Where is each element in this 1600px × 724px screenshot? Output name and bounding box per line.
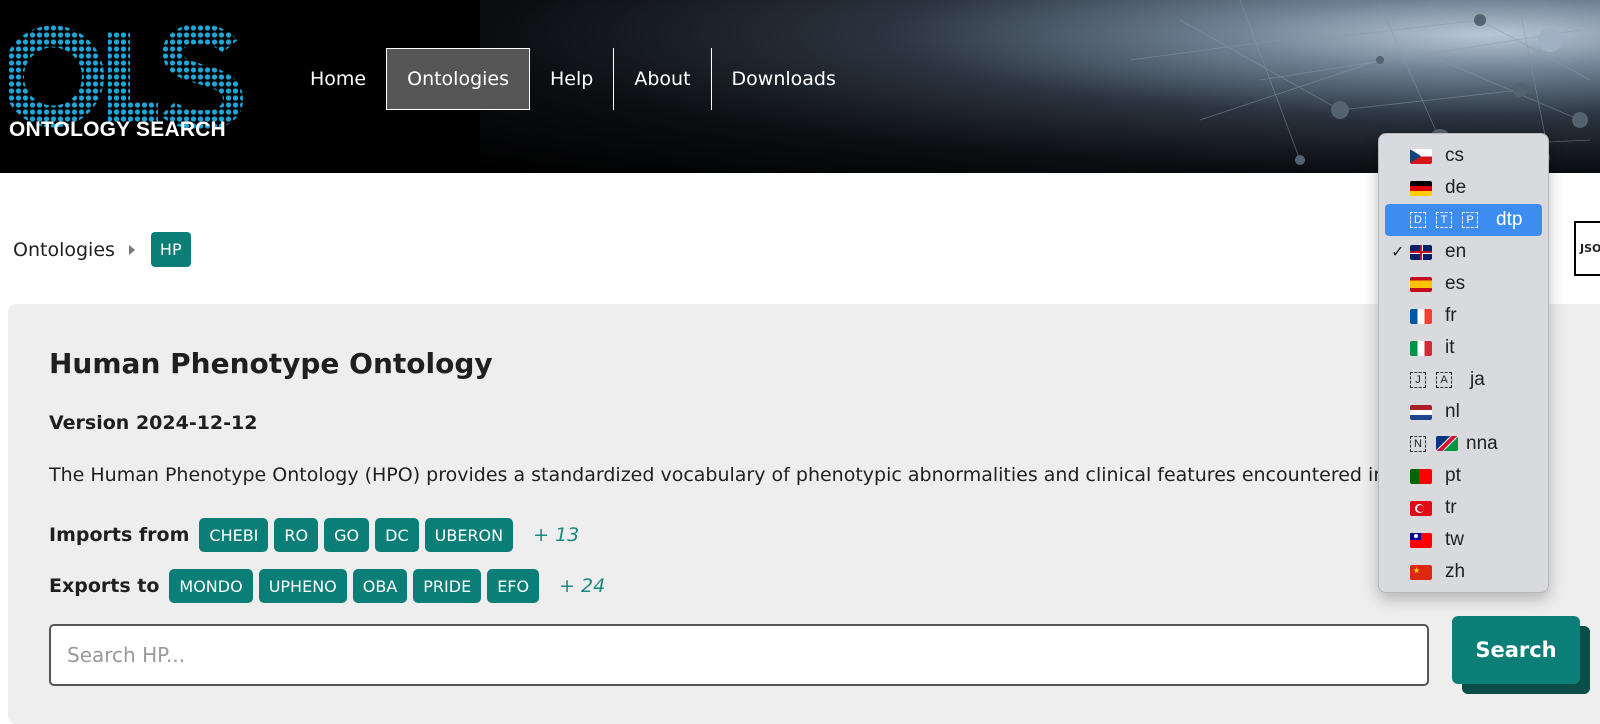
ontology-search-input[interactable]	[49, 624, 1429, 686]
nav-home[interactable]: Home	[290, 48, 386, 110]
import-chip[interactable]: RO	[274, 518, 319, 552]
language-code: pt	[1445, 465, 1461, 486]
imports-label: Imports from	[49, 524, 190, 546]
ontology-description: The Human Phenotype Ontology (HPO) provi…	[49, 464, 1379, 486]
language-dropdown-menu: cs de D T P dtp ✓ en es fr it J A ja nl …	[1378, 133, 1549, 593]
turkish-flag-icon	[1410, 500, 1432, 516]
language-code: tw	[1445, 529, 1464, 550]
export-chip[interactable]: EFO	[487, 569, 540, 603]
language-option-es[interactable]: es	[1379, 268, 1548, 300]
nav-downloads[interactable]: Downloads	[710, 48, 856, 110]
portuguese-flag-icon	[1410, 468, 1432, 484]
search-button[interactable]: Search	[1452, 616, 1580, 684]
ontology-title: Human Phenotype Ontology	[49, 347, 493, 380]
german-flag-icon	[1410, 180, 1432, 196]
spanish-flag-icon	[1410, 276, 1432, 292]
nav-help[interactable]: Help	[530, 48, 613, 110]
french-flag-icon	[1410, 308, 1432, 324]
taiwan-flag-icon	[1410, 532, 1432, 548]
dtp-letters-icon: D T P	[1410, 212, 1488, 228]
caret-right-icon	[128, 244, 135, 255]
breadcrumb-current-badge[interactable]: HP	[150, 232, 191, 267]
language-option-tw[interactable]: tw	[1379, 524, 1548, 556]
nna-letters-icon: N	[1410, 436, 1458, 452]
import-chip[interactable]: CHEBI	[199, 518, 269, 552]
uk-flag-icon	[1410, 244, 1432, 260]
italian-flag-icon	[1410, 340, 1432, 356]
export-chip[interactable]: PRIDE	[413, 569, 482, 603]
nav-ontologies[interactable]: Ontologies	[386, 48, 531, 110]
namibian-flag-icon	[1436, 436, 1458, 451]
language-option-fr[interactable]: fr	[1379, 300, 1548, 332]
import-chip[interactable]: DC	[375, 518, 419, 552]
imports-row: Imports from CHEBI RO GO DC UBERON + 13	[49, 518, 579, 552]
language-option-ja[interactable]: J A ja	[1379, 364, 1548, 396]
checkmark-icon: ✓	[1391, 244, 1405, 261]
main-nav: Home Ontologies Help About Downloads	[290, 48, 856, 110]
logo-subtitle: ONTOLOGY SEARCH	[9, 118, 226, 141]
language-code: zh	[1445, 561, 1466, 582]
language-code: nna	[1466, 433, 1498, 454]
language-code: es	[1445, 273, 1466, 294]
language-option-nna[interactable]: N nna	[1379, 428, 1548, 460]
language-option-pt[interactable]: pt	[1379, 460, 1548, 492]
ontology-version: Version 2024-12-12	[49, 412, 258, 434]
language-code: de	[1445, 177, 1467, 198]
language-option-de[interactable]: de	[1379, 172, 1548, 204]
language-code: nl	[1445, 401, 1460, 422]
exports-more-link[interactable]: + 24	[559, 575, 605, 597]
language-code: en	[1445, 241, 1467, 262]
language-code: cs	[1445, 145, 1464, 166]
imports-more-link[interactable]: + 13	[533, 524, 579, 546]
language-code: dtp	[1496, 209, 1523, 230]
language-option-dtp[interactable]: D T P dtp	[1385, 204, 1542, 236]
language-code: fr	[1445, 305, 1457, 326]
import-chip[interactable]: GO	[324, 518, 370, 552]
breadcrumb: Ontologies HP	[13, 232, 191, 267]
language-option-cs[interactable]: cs	[1379, 140, 1548, 172]
language-option-it[interactable]: it	[1379, 332, 1548, 364]
exports-label: Exports to	[49, 575, 160, 597]
export-chip[interactable]: MONDO	[169, 569, 253, 603]
dutch-flag-icon	[1410, 404, 1432, 420]
czech-flag-icon	[1410, 148, 1432, 164]
chinese-flag-icon: ★	[1410, 564, 1432, 580]
export-chip[interactable]: OBA	[352, 569, 408, 603]
language-option-en[interactable]: ✓ en	[1379, 236, 1548, 268]
language-code: tr	[1445, 497, 1457, 518]
export-chip[interactable]: UPHENO	[258, 569, 347, 603]
language-option-tr[interactable]: tr	[1379, 492, 1548, 524]
site-header: ONTOLOGY SEARCH Home Ontologies Help Abo…	[0, 0, 1600, 173]
exports-row: Exports to MONDO UPHENO OBA PRIDE EFO + …	[49, 569, 605, 603]
json-button[interactable]: JSO	[1574, 221, 1600, 276]
language-option-zh[interactable]: ★ zh	[1379, 556, 1548, 588]
language-code: ja	[1470, 369, 1485, 390]
language-option-nl[interactable]: nl	[1379, 396, 1548, 428]
breadcrumb-ontologies-link[interactable]: Ontologies	[13, 239, 115, 261]
nav-about[interactable]: About	[613, 48, 710, 110]
import-chip[interactable]: UBERON	[424, 518, 514, 552]
language-code: it	[1445, 337, 1455, 358]
ja-letters-icon: J A	[1410, 372, 1462, 388]
